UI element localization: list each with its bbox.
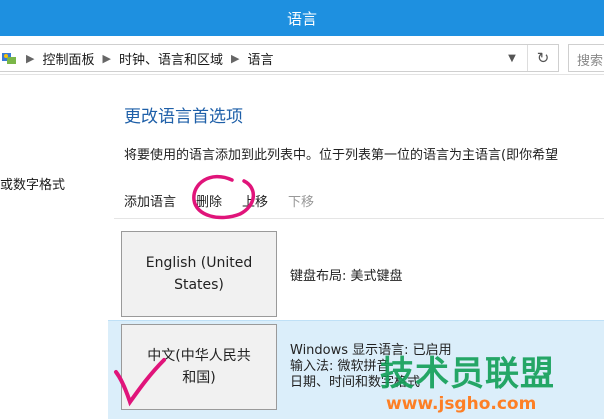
highlight-circle-annotation — [114, 174, 255, 407]
checkmark-annotation — [114, 358, 166, 407]
